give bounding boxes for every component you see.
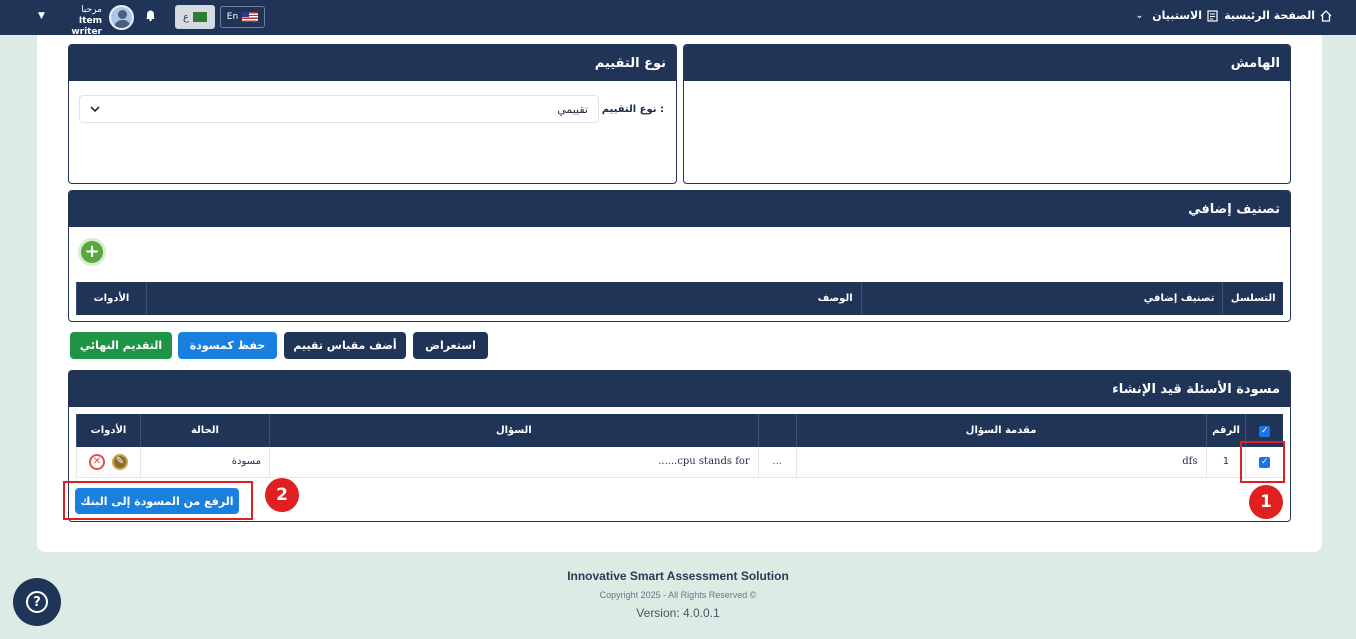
home-label: الصفحة الرئيسية	[1224, 9, 1315, 22]
margin-panel-title: الهامش	[684, 45, 1290, 81]
home-link[interactable]: الصفحة الرئيسية	[1224, 9, 1332, 22]
help-button[interactable]: ?	[13, 578, 61, 626]
eval-type-panel: نوع التقييم نوع التقييم : تقييمي	[68, 44, 677, 184]
us-flag-icon	[242, 12, 259, 22]
annotation-badge-1: 1	[1249, 485, 1283, 519]
survey-label: الاستبيان	[1152, 9, 1202, 22]
row-status: مسودة	[139, 447, 270, 478]
row-more[interactable]: ...	[757, 447, 797, 478]
table-row: ✕ ✎ مسودة ......cpu stands for ... dfs 1…	[76, 447, 1283, 478]
preview-button[interactable]: استعراض	[413, 332, 488, 359]
col-description: الوصف	[145, 282, 862, 315]
classification-title: تصنيف إضافي	[69, 191, 1290, 227]
greeting-text: مرحبا	[81, 5, 102, 15]
col-status: الحالة	[139, 414, 270, 447]
col-more	[757, 414, 797, 447]
eval-type-select[interactable]: تقييمي	[79, 95, 599, 123]
classification-panel: تصنيف إضافي + الأدوات الوصف تصنيف إضافي …	[68, 190, 1291, 322]
drafts-title: مسودة الأسئلة قيد الإنشاء	[69, 371, 1290, 407]
user-avatar[interactable]	[109, 5, 134, 30]
annotation-box-2	[63, 481, 253, 520]
user-caret-icon[interactable]: ▼	[38, 11, 45, 21]
annotation-badge-2: 2	[265, 478, 299, 512]
footer-copyright: Copyright 2025 - All Rights Reserved ©	[599, 590, 757, 600]
bell-icon[interactable]	[145, 9, 156, 24]
drafts-table: الأدوات الحالة السؤال مقدمة السؤال الرقم…	[76, 414, 1283, 478]
final-submit-button[interactable]: التقديم النهائي	[70, 332, 172, 359]
lang-ar-label: ع	[183, 11, 189, 23]
survey-menu[interactable]: ⌄ الاستبيان	[1136, 9, 1218, 22]
col-intro: مقدمة السؤال	[795, 414, 1206, 447]
home-icon	[1320, 9, 1332, 22]
eval-panel-title: نوع التقييم	[69, 45, 676, 81]
annotation-box-1	[1240, 441, 1285, 483]
survey-icon	[1207, 9, 1218, 22]
eval-type-value: تقييمي	[557, 102, 588, 116]
col-tools: الأدوات	[76, 282, 147, 315]
language-arabic-button[interactable]: ع	[175, 5, 215, 29]
edit-icon[interactable]: ✎	[112, 453, 129, 470]
question-icon: ?	[26, 591, 48, 613]
add-scale-button[interactable]: أضف مقياس تقييم	[284, 332, 406, 359]
add-classification-button[interactable]: +	[81, 241, 103, 263]
top-navbar: الصفحة الرئيسية ⌄ الاستبيان En ع مرحبا I…	[0, 0, 1356, 38]
chevron-down-icon	[90, 103, 100, 116]
eval-type-label: نوع التقييم :	[601, 104, 664, 115]
row-question: ......cpu stands for	[268, 447, 759, 478]
delete-icon[interactable]: ✕	[88, 453, 105, 470]
col-sequence: التسلسل	[1222, 282, 1283, 315]
row-tools: ✕ ✎	[76, 447, 141, 478]
classification-table: الأدوات الوصف تصنيف إضافي التسلسل	[76, 282, 1283, 315]
margin-panel: الهامش	[683, 44, 1291, 184]
footer-product: Innovative Smart Assessment Solution	[567, 569, 789, 583]
col-tools: الأدوات	[76, 414, 141, 447]
select-all-checkbox[interactable]: ✓	[1259, 425, 1271, 437]
user-info[interactable]: مرحبا Item writer	[54, 5, 102, 38]
footer-version: Version: 4.0.0.1	[636, 606, 720, 620]
save-draft-button[interactable]: حفظ كمسودة	[178, 332, 277, 359]
row-intro: dfs	[795, 447, 1206, 478]
saudi-flag-icon	[192, 12, 207, 22]
col-question: السؤال	[268, 414, 759, 447]
lang-en-label: En	[226, 12, 239, 22]
col-classification: تصنيف إضافي	[860, 282, 1223, 315]
chevron-down-icon: ⌄	[1135, 10, 1144, 21]
language-english-button[interactable]: En	[220, 6, 265, 28]
